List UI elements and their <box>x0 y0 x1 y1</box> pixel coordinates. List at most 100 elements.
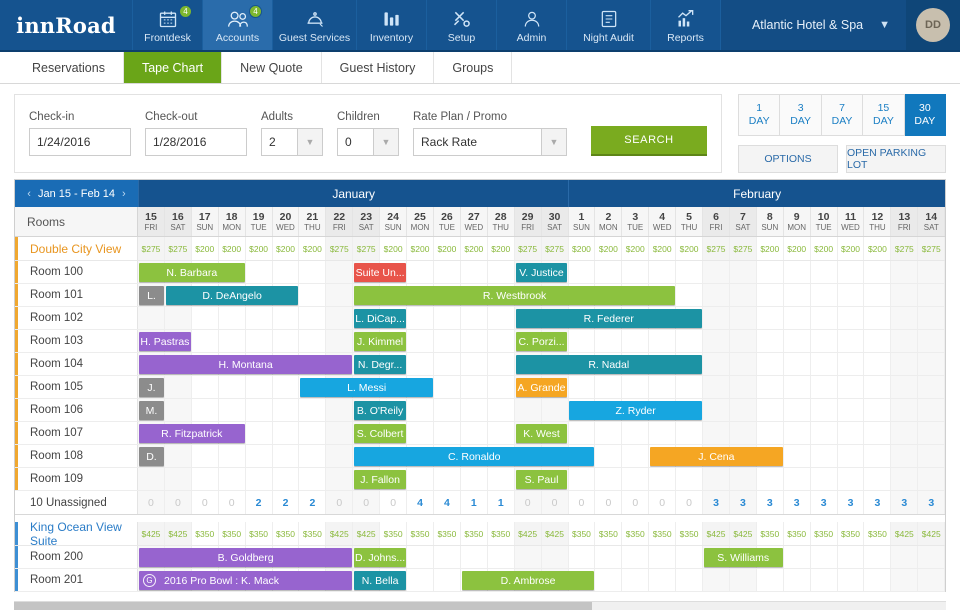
unassigned-count[interactable]: 0 <box>380 491 408 514</box>
grid-cell[interactable] <box>811 330 838 352</box>
grid-cell[interactable] <box>622 376 650 398</box>
reservation-bar[interactable]: D. <box>139 447 164 466</box>
unassigned-count[interactable]: 4 <box>407 491 434 514</box>
search-button[interactable]: SEARCH <box>591 126 707 156</box>
grid-cell[interactable] <box>595 376 623 398</box>
grid-cell[interactable] <box>729 468 757 490</box>
room-name[interactable]: Room 104 <box>15 353 138 375</box>
grid-cell[interactable] <box>488 468 515 490</box>
grid-cell[interactable] <box>461 468 488 490</box>
grid-cell[interactable] <box>918 284 946 306</box>
date-cell[interactable]: 19 TUE <box>246 207 273 236</box>
grid-cell[interactable] <box>595 546 623 568</box>
unassigned-count[interactable]: 3 <box>784 491 811 514</box>
grid-cell[interactable] <box>246 445 273 467</box>
grid-cell[interactable] <box>918 399 946 421</box>
grid-cell[interactable] <box>676 468 704 490</box>
room-name[interactable]: Room 100 <box>15 261 138 283</box>
reservation-bar[interactable]: N. Barbara <box>139 263 245 282</box>
date-cell[interactable]: 15 FRI <box>138 207 165 236</box>
grid-cell[interactable] <box>649 569 677 591</box>
grid-cell[interactable] <box>757 569 784 591</box>
grid-cell[interactable] <box>273 261 300 283</box>
day-range-1[interactable]: 1 DAY <box>738 94 781 136</box>
grid-cell[interactable] <box>299 422 327 444</box>
grid-cell[interactable] <box>434 353 461 375</box>
grid-cell[interactable] <box>918 422 946 444</box>
grid-cell[interactable] <box>729 422 757 444</box>
property-selector[interactable]: Atlantic Hotel & Spa ▼ DD <box>720 0 960 50</box>
room-name[interactable]: Room 103 <box>15 330 138 352</box>
grid-cell[interactable] <box>164 468 192 490</box>
grid-cell[interactable] <box>784 284 811 306</box>
reservation-bar[interactable]: L. DiCap... <box>354 309 406 328</box>
grid-cell[interactable] <box>784 468 811 490</box>
date-cell[interactable]: 10 TUE <box>811 207 838 236</box>
date-cell[interactable]: 23 SAT <box>353 207 381 236</box>
reservation-bar[interactable]: B. O'Reily <box>354 401 406 420</box>
grid-cell[interactable] <box>246 330 273 352</box>
grid-cell[interactable] <box>729 353 757 375</box>
grid-cell[interactable] <box>246 422 273 444</box>
grid-cell[interactable] <box>838 445 865 467</box>
date-cell[interactable]: 2 MON <box>595 207 623 236</box>
grid-cell[interactable] <box>434 261 461 283</box>
unassigned-count[interactable]: 2 <box>273 491 300 514</box>
grid-cell[interactable] <box>246 399 273 421</box>
grid-cell[interactable] <box>461 353 488 375</box>
grid-cell[interactable] <box>219 468 246 490</box>
grid-cell[interactable] <box>246 307 273 329</box>
date-cell[interactable]: 24 SUN <box>380 207 408 236</box>
unassigned-count[interactable]: 3 <box>864 491 892 514</box>
grid-cell[interactable] <box>891 353 919 375</box>
grid-cell[interactable] <box>541 399 569 421</box>
reservation-bar[interactable]: A. Grande <box>515 378 568 397</box>
grid-cell[interactable] <box>434 376 461 398</box>
date-cell[interactable]: 21 THU <box>299 207 327 236</box>
grid-cell[interactable] <box>164 307 192 329</box>
grid-cell[interactable] <box>918 546 946 568</box>
reservation-bar[interactable]: C. Porzi... <box>515 332 568 351</box>
date-cell[interactable]: 20 WED <box>273 207 300 236</box>
grid-cell[interactable] <box>729 569 757 591</box>
grid-cell[interactable] <box>676 284 704 306</box>
grid-cell[interactable] <box>838 569 865 591</box>
unassigned-count[interactable]: 0 <box>569 491 596 514</box>
grid-cell[interactable] <box>326 468 354 490</box>
grid-cell[interactable] <box>649 330 677 352</box>
grid-cell[interactable] <box>569 422 596 444</box>
app-logo[interactable]: innRoad <box>0 0 132 50</box>
tab-guest-history[interactable]: Guest History <box>322 52 435 83</box>
grid-cell[interactable] <box>757 284 784 306</box>
grid-cell[interactable] <box>811 468 838 490</box>
grid-cell[interactable] <box>434 546 461 568</box>
grid-cell[interactable] <box>784 376 811 398</box>
prev-range-icon[interactable]: ‹ <box>27 188 31 200</box>
grid-cell[interactable] <box>326 261 354 283</box>
grid-cell[interactable] <box>864 546 892 568</box>
grid-cell[interactable] <box>703 307 730 329</box>
grid-cell[interactable] <box>864 376 892 398</box>
unassigned-count[interactable]: 3 <box>729 491 757 514</box>
room-name[interactable]: Room 105 <box>15 376 138 398</box>
grid-cell[interactable] <box>918 468 946 490</box>
grid-cell[interactable] <box>784 569 811 591</box>
unassigned-label[interactable]: 10 Unassigned <box>15 491 138 514</box>
reservation-bar[interactable]: V. Justice <box>515 263 568 282</box>
reservation-bar[interactable]: Suite Un... <box>354 263 406 282</box>
unassigned-count[interactable]: 0 <box>514 491 542 514</box>
grid-cell[interactable] <box>246 261 273 283</box>
grid-cell[interactable] <box>595 445 623 467</box>
room-name[interactable]: Room 101 <box>15 284 138 306</box>
grid-cell[interactable] <box>811 353 838 375</box>
unassigned-count[interactable]: 0 <box>138 491 165 514</box>
unassigned-count[interactable]: 3 <box>891 491 919 514</box>
grid-cell[interactable] <box>784 261 811 283</box>
unassigned-count[interactable]: 0 <box>326 491 354 514</box>
grid-cell[interactable] <box>273 468 300 490</box>
grid-cell[interactable] <box>811 399 838 421</box>
date-cell[interactable]: 12 THU <box>864 207 892 236</box>
day-range-3[interactable]: 3 DAY <box>780 94 822 136</box>
reservation-bar[interactable]: H. Montana <box>139 355 353 374</box>
grid-cell[interactable] <box>407 546 434 568</box>
